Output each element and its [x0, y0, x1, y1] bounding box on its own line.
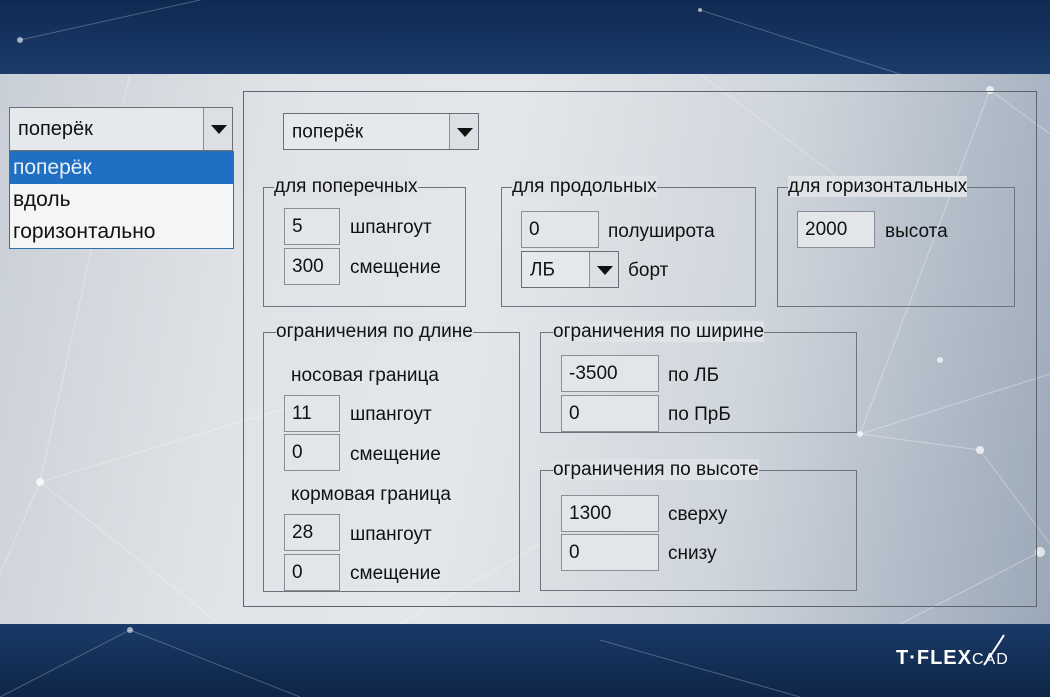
half-width-input[interactable]: 0 — [521, 211, 599, 248]
orientation-options-list: поперёк вдоль горизонтально — [9, 151, 234, 249]
width-port-label: по ЛБ — [668, 365, 720, 386]
orientation-dropdown-value: поперёк — [18, 118, 93, 140]
option-gorizontalno[interactable]: горизонтально — [10, 216, 233, 248]
logo-swoosh-icon — [983, 634, 1005, 666]
orientation-dropdown[interactable]: поперёк — [9, 107, 233, 151]
length-limits-title: ограничения по длине — [276, 321, 473, 342]
tflex-cad-logo: T·FLEXCAD — [896, 634, 1009, 670]
transverse-group: для поперечных — [263, 176, 466, 307]
stern-frame-input[interactable]: 28 — [284, 514, 340, 551]
height-label: высота — [885, 221, 948, 242]
side-dropdown-value: ЛБ — [530, 259, 555, 280]
side-dropdown[interactable]: ЛБ — [521, 251, 619, 288]
height-bottom-label: снизу — [668, 543, 717, 564]
height-limits-title: ограничения по высоте — [553, 459, 759, 480]
side-label: борт — [628, 260, 669, 281]
bow-offset-label: смещение — [350, 444, 441, 465]
width-port-input[interactable]: -3500 — [561, 355, 659, 392]
chevron-down-icon[interactable] — [589, 252, 618, 287]
stern-boundary-title: кормовая граница — [291, 484, 451, 505]
width-limits-title: ограничения по ширине — [553, 321, 765, 342]
height-top-label: сверху — [668, 504, 728, 525]
bow-frame-input[interactable]: 11 — [284, 395, 340, 432]
option-vdol[interactable]: вдоль — [10, 184, 233, 216]
transverse-offset-input[interactable]: 300 — [284, 248, 340, 285]
horizontal-group-title: для горизонтальных — [788, 176, 968, 197]
transverse-group-title: для поперечных — [274, 176, 418, 197]
stern-frame-label: шпангоут — [350, 524, 432, 545]
stern-offset-label: смещение — [350, 563, 441, 584]
height-bottom-input[interactable]: 0 — [561, 534, 659, 571]
height-input[interactable]: 2000 — [797, 211, 875, 248]
width-starboard-label: по ПрБ — [668, 404, 731, 425]
logo-brand: T·FLEX — [896, 647, 972, 669]
bow-frame-label: шпангоут — [350, 404, 432, 425]
section-type-value: поперёк — [292, 121, 364, 142]
transverse-frame-label: шпангоут — [350, 217, 432, 238]
transverse-offset-label: смещение — [350, 257, 441, 278]
stern-offset-input[interactable]: 0 — [284, 554, 340, 591]
chevron-down-icon[interactable] — [449, 114, 478, 149]
option-poperek[interactable]: поперёк — [10, 152, 233, 184]
transverse-frame-input[interactable]: 5 — [284, 208, 340, 245]
bow-boundary-title: носовая граница — [291, 365, 439, 386]
width-starboard-input[interactable]: 0 — [561, 395, 659, 432]
height-top-input[interactable]: 1300 — [561, 495, 659, 532]
chevron-down-icon[interactable] — [203, 108, 232, 150]
longitudinal-group-title: для продольных — [512, 176, 657, 197]
section-type-dropdown[interactable]: поперёк — [283, 113, 479, 150]
half-width-label: полуширота — [608, 221, 715, 242]
bow-offset-input[interactable]: 0 — [284, 434, 340, 471]
